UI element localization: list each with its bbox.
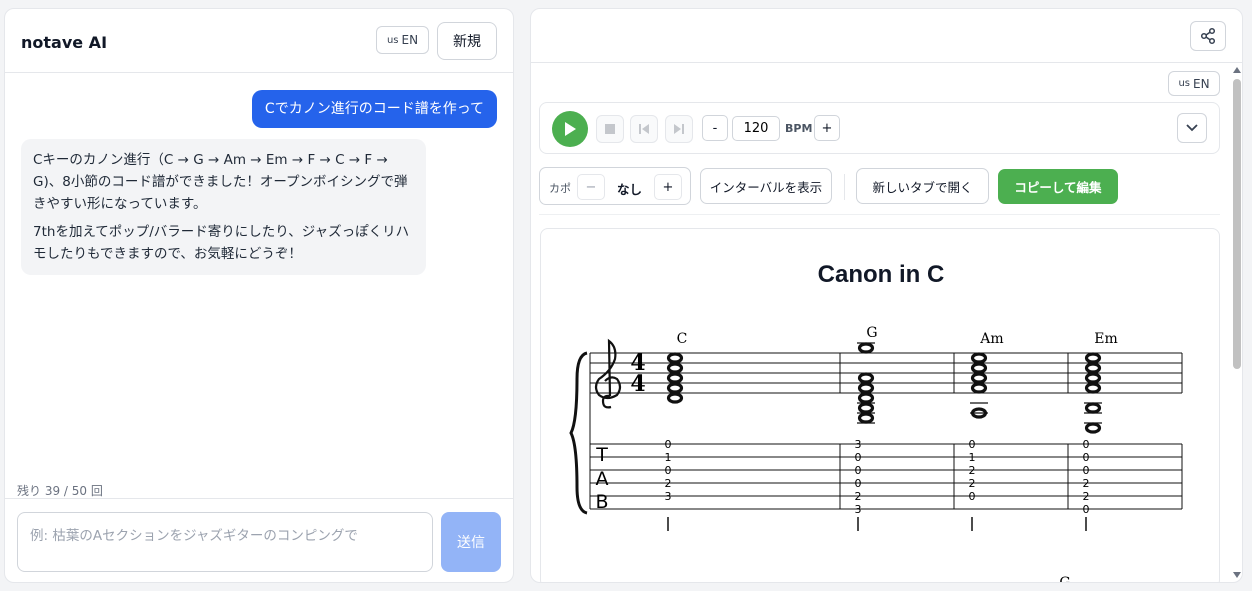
open-new-tab-button[interactable]: 新しいタブで開く — [856, 168, 989, 204]
ai-message-paragraph: 7thを加えてポップ/バラード寄りにしたり、ジャズっぽくリハモしたりもできますの… — [33, 224, 410, 262]
chord-name: C — [764, 581, 775, 583]
skip-back-button[interactable] — [630, 115, 658, 143]
capo-increase-button[interactable]: + — [654, 174, 682, 200]
new-chat-button[interactable]: 新規 — [437, 22, 497, 60]
capo-decrease-button[interactable]: − — [577, 174, 605, 200]
play-icon — [565, 122, 576, 136]
bpm-increase-button[interactable]: + — [814, 115, 840, 141]
tab-fret: 2 — [969, 477, 976, 490]
tab-fret: 1 — [665, 451, 672, 464]
remaining-count: 残り 39 / 50 回 — [17, 484, 103, 498]
skip-back-icon — [639, 124, 649, 134]
chat-panel: notave AI us EN 新規 Cでカノン進行のコード譜を作って Cキーの… — [4, 8, 514, 583]
us-flag-icon: us — [1178, 78, 1190, 89]
language-label: EN — [401, 33, 419, 47]
tab-fret: 2 — [1083, 477, 1090, 490]
tab-fret: 0 — [1083, 503, 1090, 516]
us-flag-icon: us — [386, 34, 399, 46]
language-label: EN — [1193, 76, 1210, 91]
chord-name: G — [866, 325, 877, 341]
share-button[interactable] — [1190, 21, 1226, 51]
playback-bar: - BPM + — [539, 102, 1220, 154]
skip-forward-icon — [674, 124, 684, 134]
tab-fret: 0 — [1083, 438, 1090, 451]
toolbar-separator — [539, 214, 1220, 215]
chord-name: Em — [1094, 331, 1118, 347]
tab-letter: A — [596, 468, 609, 490]
tab-fret: 3 — [665, 490, 672, 503]
bpm-unit: BPM — [785, 122, 813, 135]
copy-and-edit-button[interactable]: コピーして編集 — [998, 169, 1118, 204]
toolbar-divider — [844, 174, 845, 200]
chevron-down-icon — [1186, 124, 1198, 132]
tab-fret: 0 — [1083, 464, 1090, 477]
chord-name: F — [616, 581, 626, 583]
viewer-language-button[interactable]: us EN — [1168, 71, 1220, 96]
ai-message-paragraph: Cキーのカノン進行（C → G → Am → Em → F → C → F → … — [33, 152, 408, 212]
bpm-input[interactable] — [732, 116, 780, 141]
tab-fret: 0 — [855, 477, 862, 490]
capo-value: なし — [617, 182, 643, 197]
tab-fret: 2 — [1083, 490, 1090, 503]
tab-frets: 0 1 0 2 3 3 0 0 0 2 3 0 1 2 2 0 0 0 0 2 — [665, 438, 1090, 516]
tab-fret: 2 — [969, 464, 976, 477]
user-message: Cでカノン進行のコード譜を作って — [251, 90, 497, 128]
score-sheet: Canon in C 4 4 T A B C G Am Em 0 1 0 2 3… — [540, 228, 1220, 583]
ai-message: Cキーのカノン進行（C → G → Am → Em → F → C → F → … — [21, 139, 426, 275]
tab-lines — [590, 443, 1182, 510]
rhythm-stems — [667, 517, 1087, 531]
chord-name: Am — [979, 331, 1003, 347]
capo-control: カポ − なし + — [539, 167, 691, 205]
expand-button[interactable] — [1177, 113, 1207, 143]
tab-fret: 1 — [969, 451, 976, 464]
tab-fret: 2 — [855, 490, 862, 503]
skip-forward-button[interactable] — [665, 115, 693, 143]
viewer-scrollbar[interactable] — [1231, 65, 1242, 582]
scroll-up-icon[interactable] — [1233, 67, 1241, 73]
app-title: notave AI — [21, 33, 108, 52]
show-intervals-button[interactable]: インターバルを表示 — [700, 168, 832, 204]
treble-clef-icon — [594, 338, 622, 409]
chord-name: C — [677, 331, 688, 347]
tab-fret: 0 — [855, 464, 862, 477]
tab-fret: 2 — [665, 477, 672, 490]
tab-fret: 0 — [665, 464, 672, 477]
tab-fret: 3 — [855, 503, 862, 516]
tab-fret: 3 — [855, 438, 862, 451]
scroll-down-icon[interactable] — [1233, 572, 1241, 578]
chord-name: F — [911, 581, 921, 583]
chat-header: notave AI us EN 新規 — [5, 9, 513, 73]
tab-fret: 0 — [1083, 451, 1090, 464]
stop-icon — [605, 124, 615, 134]
notation-canvas: 4 4 T A B C G Am Em 0 1 0 2 3 3 0 0 0 2 … — [569, 325, 1183, 583]
chord-notes — [666, 342, 1102, 434]
bpm-decrease-button[interactable]: - — [702, 115, 728, 141]
tab-letter: B — [595, 491, 608, 513]
language-button[interactable]: us EN — [376, 26, 429, 54]
chord-name: G — [1059, 575, 1070, 583]
tab-fret: 0 — [665, 438, 672, 451]
tab-fret: 0 — [969, 438, 976, 451]
message-input[interactable] — [17, 512, 433, 572]
tab-fret: 0 — [969, 490, 976, 503]
next-row-chords: F C F G — [616, 575, 1070, 583]
capo-label: カポ — [549, 182, 571, 195]
scroll-thumb[interactable] — [1233, 79, 1241, 369]
stop-button[interactable] — [596, 115, 624, 143]
input-bar: 送信 — [5, 498, 513, 582]
play-button[interactable] — [552, 111, 588, 147]
send-button[interactable]: 送信 — [441, 512, 501, 572]
share-icon — [1200, 27, 1216, 45]
tab-fret: 0 — [855, 451, 862, 464]
tab-letter: T — [595, 444, 608, 466]
system-brace — [569, 351, 588, 515]
viewer-header — [531, 9, 1242, 63]
score-viewer-panel: us EN - BPM + カポ − なし + インターバルを表示 新しいタブで… — [530, 8, 1243, 583]
time-signature-bottom: 4 — [630, 371, 645, 397]
